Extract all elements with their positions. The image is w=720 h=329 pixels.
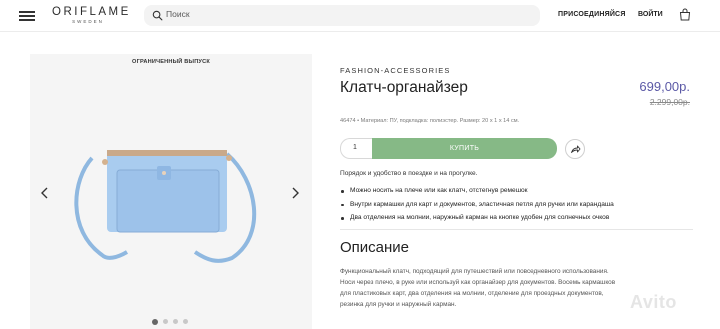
share-icon xyxy=(571,145,581,153)
chevron-right-icon[interactable] xyxy=(290,187,300,199)
shopping-bag-icon[interactable] xyxy=(679,8,691,21)
oriflame-logo[interactable]: ORIFLAME SWEDEN xyxy=(52,6,131,25)
menu-icon[interactable] xyxy=(19,11,35,21)
search-placeholder: Поиск xyxy=(166,9,190,19)
feature-list: Можно носить на плече или как клатч, отс… xyxy=(340,184,614,225)
chevron-left-icon[interactable] xyxy=(40,187,50,199)
site-header: ORIFLAME SWEDEN Поиск ПРИСОЕДИНЯЙСЯ ВОЙТ… xyxy=(0,0,720,32)
product-price: 699,00р. xyxy=(639,79,690,94)
product-meta: 46474 • Материал: ПУ, подкладка: полиэст… xyxy=(340,118,520,124)
feature-item: Внутри кармашки для карт и документов, э… xyxy=(340,198,614,212)
join-link[interactable]: ПРИСОЕДИНЯЙСЯ xyxy=(558,11,626,18)
description-line: Носи через плечо, в руке или используй к… xyxy=(340,279,616,286)
share-button[interactable] xyxy=(565,139,585,159)
description-text: Функциональный клатч, подходящий для пут… xyxy=(340,266,660,310)
feature-item: Два отделения на молнии, наружный карман… xyxy=(340,211,614,225)
gallery-dot-3[interactable] xyxy=(173,319,178,324)
logo-main-text: ORIFLAME xyxy=(52,6,131,18)
product-image-clutch xyxy=(74,150,257,263)
product-title: Клатч-органайзер xyxy=(340,79,468,96)
quantity-value: 1 xyxy=(353,144,357,151)
product-gallery[interactable]: ОГРАНИЧЕННЫЙ ВЫПУСК xyxy=(30,54,312,329)
description-title: Описание xyxy=(340,239,410,256)
buy-button[interactable]: КУПИТЬ xyxy=(372,138,557,159)
gallery-dot-4[interactable] xyxy=(183,319,188,324)
description-line: для пластиковых карт, два отделения на м… xyxy=(340,290,604,297)
description-line: Функциональный клатч, подходящий для пут… xyxy=(340,268,609,275)
gallery-dot-2[interactable] xyxy=(163,319,168,324)
section-divider xyxy=(340,229,693,230)
gallery-dot-1[interactable] xyxy=(152,318,158,325)
feature-item: Можно носить на плече или как клатч, отс… xyxy=(340,184,614,198)
product-brand[interactable]: FASHION-ACCESSORIES xyxy=(340,66,451,75)
product-lead: Порядок и удобство в поездке и на прогул… xyxy=(340,170,478,177)
limited-edition-badge: ОГРАНИЧЕННЫЙ ВЫПУСК xyxy=(132,59,210,65)
description-line: резинка для ручки и наружный карман. xyxy=(340,301,457,308)
search-icon xyxy=(152,10,163,21)
product-old-price: 2.299,00р. xyxy=(649,97,690,107)
logo-sub-text: SWEDEN xyxy=(72,19,104,24)
search-input[interactable]: Поиск xyxy=(144,5,540,26)
avito-watermark: Avito xyxy=(630,292,677,312)
login-link[interactable]: ВОЙТИ xyxy=(638,11,663,18)
quantity-input[interactable]: 1 xyxy=(340,138,374,159)
